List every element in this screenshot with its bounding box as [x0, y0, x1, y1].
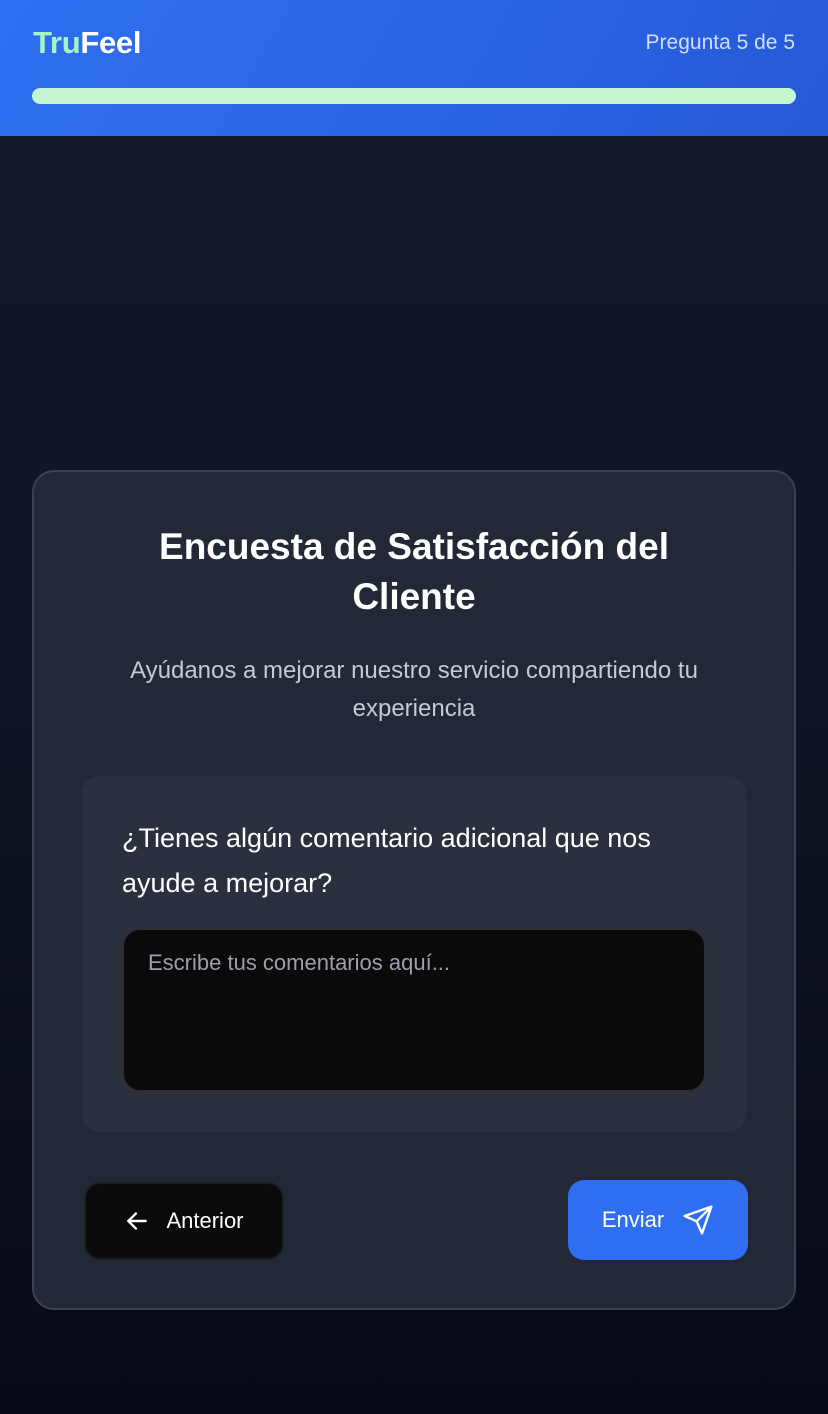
- send-button-label: Enviar: [601, 1207, 665, 1232]
- previous-button-label: Anterior: [166, 1208, 244, 1233]
- send-button[interactable]: Enviar: [568, 1180, 748, 1260]
- brand-logo-part2: Feel: [80, 25, 142, 60]
- app-header: TruFeel Pregunta 5 de 5: [0, 0, 828, 136]
- progress-bar-fill: [32, 88, 796, 104]
- progress-bar: [32, 88, 796, 104]
- question-counter: Pregunta 5 de 5: [645, 31, 795, 54]
- comment-textarea[interactable]: [122, 928, 706, 1092]
- brand-logo: TruFeel: [33, 26, 141, 60]
- question-text: ¿Tienes algún comentario adicional que n…: [122, 823, 651, 898]
- question-panel: ¿Tienes algún comentario adicional que n…: [82, 776, 746, 1132]
- previous-button[interactable]: Anterior: [84, 1182, 284, 1260]
- survey-subtitle: Ayúdanos a mejorar nuestro servicio comp…: [130, 657, 698, 722]
- survey-card: Encuesta de Satisfacción del Cliente Ayú…: [32, 470, 796, 1310]
- send-icon: [682, 1204, 714, 1236]
- survey-title: Encuesta de Satisfacción del Cliente: [159, 526, 669, 617]
- arrow-left-icon: [124, 1208, 150, 1234]
- brand-logo-part1: Tru: [33, 25, 81, 60]
